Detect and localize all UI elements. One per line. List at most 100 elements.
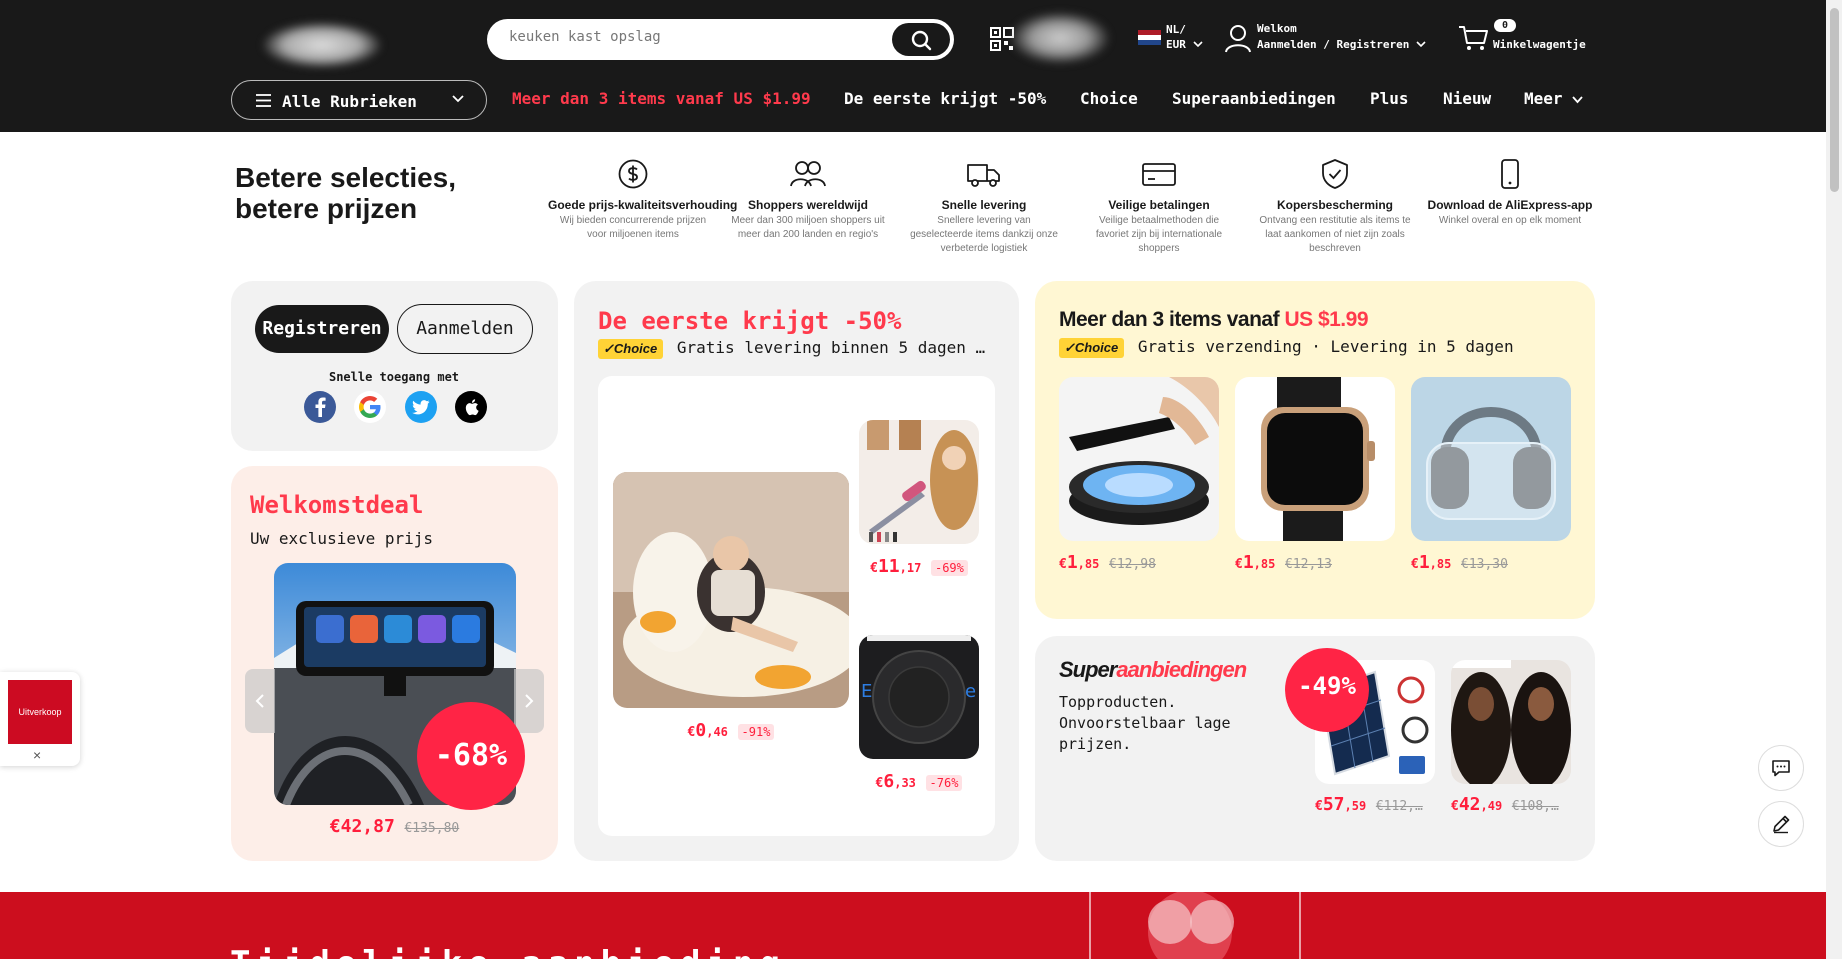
page-scrollbar[interactable] [1826, 0, 1842, 959]
feature-desc: Ontvang een restitutie als items te laat… [1259, 215, 1411, 254]
logo-blurred[interactable] [262, 22, 382, 68]
product-price: €1,85 €12,98 [1059, 552, 1156, 573]
snowflake-decoration [1089, 892, 1301, 959]
all-categories-button[interactable]: Alle Rubrieken [231, 80, 487, 120]
search-icon [911, 30, 932, 50]
account-links[interactable]: Aanmelden / Registreren [1257, 38, 1409, 51]
feature-shoppers: Shoppers wereldwijd Meer dan 300 miljoen… [723, 158, 893, 242]
twitter-icon[interactable] [405, 391, 437, 423]
wig-image[interactable] [1451, 660, 1571, 784]
welcome-deal-card[interactable]: Welkomstdeal Uw exclusieve prijs -68% €4… [231, 466, 558, 861]
close-icon[interactable]: × [33, 747, 41, 763]
chat-button[interactable] [1758, 745, 1804, 791]
wireless-charger-image[interactable] [1059, 377, 1219, 541]
svg-text:E: E [861, 681, 872, 702]
product-price: €6,33 -76% [859, 771, 979, 792]
feature-title: Veilige betalingen [1108, 198, 1210, 212]
register-button[interactable]: Registreren [255, 305, 389, 353]
scrollbar-thumb[interactable] [1830, 8, 1839, 192]
product-price: €57,59 €112,… [1315, 794, 1423, 815]
currency-label: EUR [1166, 38, 1186, 51]
feature-app[interactable]: Download de AliExpress-app Winkel overal… [1425, 158, 1595, 228]
feature-desc: Snellere levering van geselecteerde item… [910, 215, 1058, 254]
search-input[interactable] [509, 29, 869, 45]
first-gets-subtitle: Gratis levering binnen 5 dagen … [676, 338, 986, 357]
search-bar [487, 19, 954, 60]
dollar-icon [618, 159, 648, 189]
feature-title: Snelle levering [941, 198, 1027, 212]
chevron-down-icon [1572, 96, 1583, 104]
old-price: €112,… [1375, 799, 1423, 814]
product-price: €1,85 €13,30 [1411, 552, 1508, 573]
categories-label: Alle Rubrieken [282, 92, 417, 111]
chevron-down-icon [1192, 41, 1203, 48]
quick-access-label: Snelle toegang met [328, 370, 460, 384]
chat-icon [1772, 760, 1790, 777]
app-promo-blurred[interactable] [1010, 12, 1110, 64]
feature-value: Goede prijs-kwaliteitsverhouding Wij bie… [548, 158, 738, 242]
account-menu[interactable]: Welkom Aanmelden / Registreren [1257, 21, 1426, 53]
cart-count-badge: 0 [1494, 19, 1516, 32]
deal-old-price: €135,80 [404, 821, 460, 836]
old-price: €12,13 [1285, 557, 1332, 572]
search-button[interactable] [892, 23, 950, 56]
feature-title: Download de AliExpress-app [1427, 198, 1593, 212]
carousel-next-button[interactable] [514, 669, 544, 733]
three-items-deal-card[interactable]: Meer dan 3 items vanaf US $1.99 ✓Choice … [1035, 281, 1595, 619]
chevron-left-icon [255, 694, 264, 708]
nav-item-plus[interactable]: Plus [1370, 89, 1409, 108]
nav-item-superdeals[interactable]: Superaanbiedingen [1172, 89, 1336, 108]
tagline: Betere selecties, betere prijzen [235, 162, 456, 224]
sale-sidebar-ad[interactable]: Uitverkoop × [0, 672, 80, 766]
discount-badge: -49% [1285, 648, 1369, 732]
discount-percent: -76% [925, 775, 963, 791]
old-price: €12,98 [1109, 557, 1156, 572]
nav-item-first-gets-50[interactable]: De eerste krijgt -50% [844, 89, 1046, 108]
login-card: Registreren Aanmelden Snelle toegang met [231, 281, 558, 451]
language-currency-selector[interactable]: NL/ EUR [1166, 22, 1203, 52]
sale-ad-label[interactable]: Uitverkoop [8, 680, 72, 744]
feature-protection: Kopersbescherming Ontvang een restitutie… [1250, 158, 1420, 256]
product-price: €1,85 €12,13 [1235, 552, 1332, 573]
three-items-title: Meer dan 3 items vanaf US $1.99 [1059, 308, 1368, 331]
menu-icon [256, 94, 271, 107]
deal-price: €42,87 [329, 816, 395, 837]
goose-pillow-image[interactable] [613, 472, 849, 708]
user-icon[interactable] [1224, 24, 1252, 54]
robot-vacuum-image[interactable]: E e [859, 635, 979, 759]
feature-title: Shoppers wereldwijd [747, 198, 869, 212]
carousel-prev-button[interactable] [245, 669, 275, 733]
product-price: €42,49 €108,… [1451, 794, 1559, 815]
feature-desc: Winkel overal en op elk moment [1438, 215, 1582, 226]
cart-label[interactable]: Winkelwagentje [1493, 38, 1586, 51]
google-icon[interactable] [354, 391, 386, 423]
apple-icon[interactable] [455, 391, 487, 423]
cart-icon[interactable] [1458, 24, 1490, 52]
phone-icon [1501, 159, 1519, 189]
facebook-icon[interactable] [304, 391, 336, 423]
feature-desc: Wij bieden concurrerende prijzen voor mi… [559, 215, 707, 240]
top-header: NL/ EUR Welkom Aanmelden / Registreren 0… [0, 0, 1842, 132]
superdeals-description: Topproducten. Onvoorstelbaar lage prijze… [1059, 693, 1231, 753]
discount-percent: -69% [930, 560, 968, 576]
nav-item-choice[interactable]: Choice [1080, 89, 1138, 108]
nl-flag-icon[interactable] [1138, 30, 1161, 45]
nav-item-more[interactable]: Meer [1524, 89, 1583, 108]
first-gets-title: De eerste krijgt -50% [598, 307, 902, 335]
feature-title: Goede prijs-kwaliteitsverhouding [548, 198, 738, 212]
chevron-down-icon [1416, 41, 1426, 48]
smart-watch-image[interactable] [1235, 377, 1395, 541]
signin-button[interactable]: Aanmelden [397, 304, 533, 354]
limited-offer-banner[interactable]: Tijdelijke aanbieding [0, 892, 1826, 959]
feedback-button[interactable] [1758, 801, 1804, 847]
nav-item-3-items-deal[interactable]: Meer dan 3 items vanaf US $1.99 [512, 89, 811, 108]
shield-icon [1322, 159, 1348, 189]
nav-item-new[interactable]: Nieuw [1443, 89, 1491, 108]
superdeals-card[interactable]: Superaanbiedingen Topproducten. Onvoorst… [1035, 636, 1595, 861]
choice-badge: ✓Choice [1059, 338, 1125, 358]
superdeals-logo: Superaanbiedingen [1059, 657, 1247, 682]
svg-text:e: e [965, 681, 976, 702]
headphones-image[interactable] [1411, 377, 1571, 541]
first-gets-50-card[interactable]: De eerste krijgt -50% ✓Choice Gratis lev… [574, 281, 1019, 861]
hair-styler-image[interactable] [859, 420, 979, 544]
